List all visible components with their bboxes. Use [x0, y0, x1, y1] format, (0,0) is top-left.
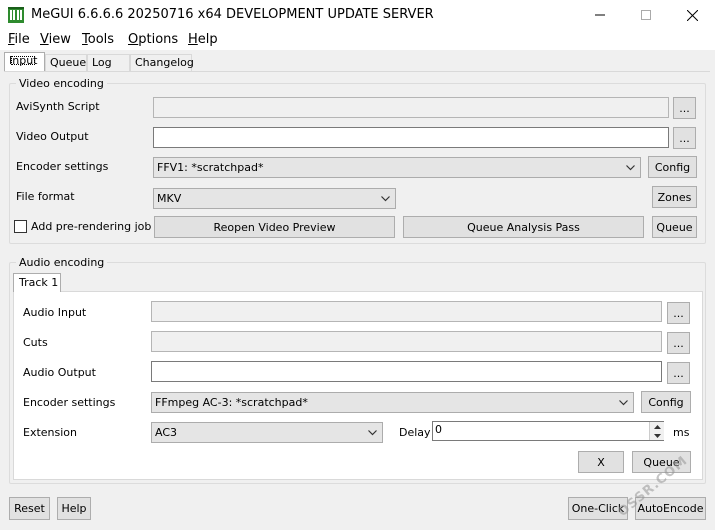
minimize-icon	[595, 14, 605, 16]
menu-options[interactable]: Options	[128, 32, 178, 47]
video-encoder-value: FFV1: *scratchpad*	[157, 161, 264, 174]
menu-tools[interactable]: Tools	[82, 32, 114, 47]
close-icon	[686, 9, 698, 21]
delay-input[interactable]: 0	[432, 421, 664, 441]
audio-input-browse-button[interactable]: ...	[667, 302, 690, 324]
cuts-field[interactable]	[151, 331, 662, 352]
video-output-label: Video Output	[16, 130, 89, 143]
tab-track-1[interactable]: Track 1	[13, 273, 61, 292]
chevron-down-icon	[626, 165, 635, 171]
audio-encoder-settings-label: Encoder settings	[23, 396, 116, 409]
pre-rendering-checkbox[interactable]	[14, 220, 27, 233]
audio-encoder-value: FFmpeg AC-3: *scratchpad*	[155, 396, 308, 409]
minimize-button[interactable]	[577, 0, 623, 30]
tab-queue[interactable]: Queue	[45, 54, 87, 71]
help-button[interactable]: Help	[57, 497, 91, 520]
video-output-browse-button[interactable]: ...	[673, 127, 696, 149]
reopen-video-preview-button[interactable]: Reopen Video Preview	[154, 216, 395, 238]
maximize-icon	[641, 10, 651, 20]
video-encoder-select[interactable]: FFV1: *scratchpad*	[153, 157, 641, 178]
extension-label: Extension	[23, 426, 78, 439]
maximize-button[interactable]	[623, 0, 669, 30]
window-title: MeGUI 6.6.6.6 20250716 x64 DEVELOPMENT U…	[31, 7, 434, 22]
audio-config-button[interactable]: Config	[641, 391, 691, 413]
reset-button[interactable]: Reset	[9, 497, 50, 520]
delay-spinner[interactable]	[649, 422, 664, 440]
close-button[interactable]	[669, 0, 715, 30]
audio-output-browse-button[interactable]: ...	[667, 362, 690, 384]
chevron-down-icon	[619, 400, 628, 406]
chevron-down-icon	[381, 196, 390, 202]
avisynth-script-label: AviSynth Script	[16, 100, 100, 113]
file-format-select[interactable]: MKV	[153, 188, 396, 209]
delay-label: Delay	[399, 426, 431, 439]
megui-app-icon	[8, 7, 24, 23]
spin-down-icon	[653, 433, 661, 438]
tab-input[interactable]: Input	[4, 52, 45, 71]
video-encoding-label: Video encoding	[16, 77, 107, 90]
avisynth-script-input[interactable]	[153, 97, 669, 118]
video-queue-button[interactable]: Queue	[652, 216, 697, 238]
tab-log[interactable]: Log	[87, 54, 130, 71]
video-encoder-settings-label: Encoder settings	[16, 160, 109, 173]
audio-input-field[interactable]	[151, 301, 662, 322]
audio-encoder-select[interactable]: FFmpeg AC-3: *scratchpad*	[151, 392, 634, 413]
file-format-value: MKV	[157, 192, 182, 205]
menu-file[interactable]: File	[8, 32, 30, 47]
cuts-label: Cuts	[23, 336, 48, 349]
chevron-down-icon	[368, 430, 377, 436]
menu-view[interactable]: View	[40, 32, 71, 47]
video-config-button[interactable]: Config	[648, 156, 697, 178]
file-format-label: File format	[16, 190, 75, 203]
audio-output-label: Audio Output	[23, 366, 96, 379]
avisynth-browse-button[interactable]: ...	[673, 97, 696, 119]
spin-down-button[interactable]	[650, 431, 664, 440]
audio-encoding-label: Audio encoding	[16, 256, 108, 269]
extension-select[interactable]: AC3	[151, 422, 383, 443]
spin-up-icon	[653, 424, 661, 429]
spin-up-button[interactable]	[650, 422, 664, 431]
zones-button[interactable]: Zones	[652, 186, 697, 208]
delay-unit-label: ms	[673, 426, 690, 439]
audio-input-label: Audio Input	[23, 306, 87, 319]
extension-value: AC3	[155, 426, 178, 439]
menu-help[interactable]: Help	[188, 32, 218, 47]
tab-changelog[interactable]: Changelog	[130, 54, 194, 71]
audio-output-field[interactable]	[151, 361, 662, 382]
video-output-input[interactable]	[153, 127, 669, 148]
queue-analysis-pass-button[interactable]: Queue Analysis Pass	[403, 216, 644, 238]
pre-rendering-label: Add pre-rendering job	[31, 220, 152, 233]
cuts-browse-button[interactable]: ...	[667, 332, 690, 354]
audio-remove-button[interactable]: X	[578, 451, 624, 473]
